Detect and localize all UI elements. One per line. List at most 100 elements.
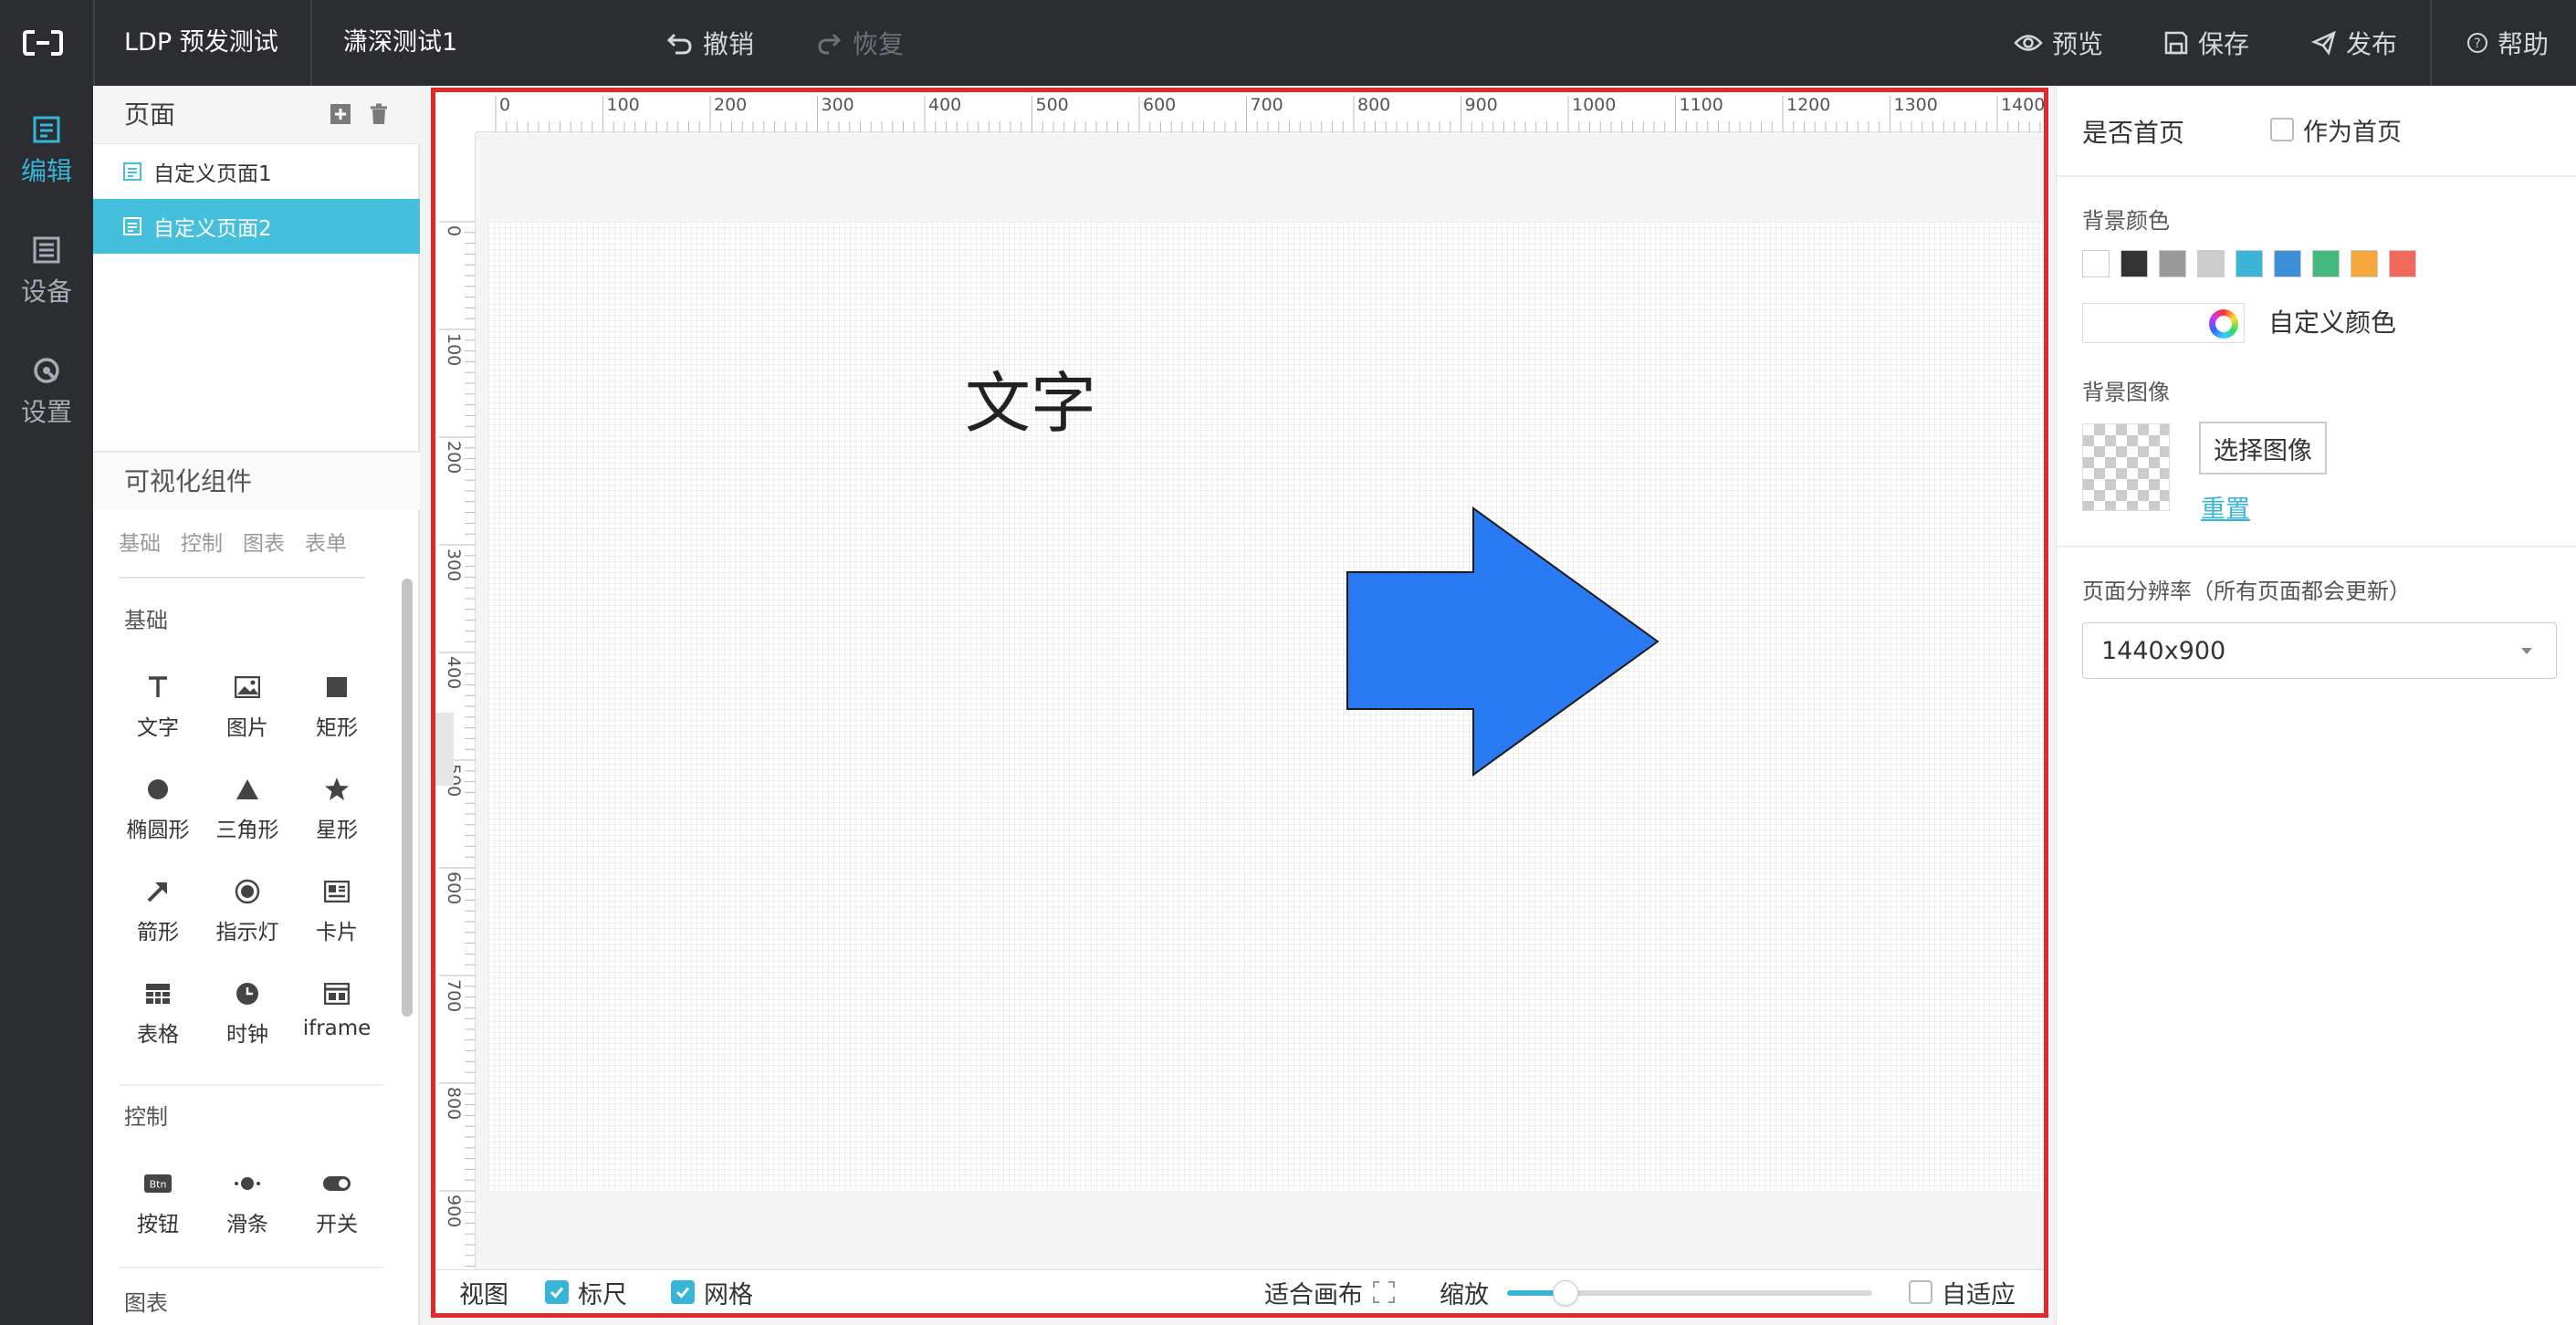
color-picker-icon[interactable]: [2209, 309, 2238, 339]
ruler-label: 200: [714, 95, 747, 115]
color-swatch[interactable]: [2082, 250, 2110, 277]
component-ellipse[interactable]: 椭圆形: [113, 776, 203, 867]
ruler-label: 300: [444, 548, 464, 581]
component-image[interactable]: 图片: [203, 673, 292, 765]
component-slider[interactable]: 滑条: [203, 1170, 292, 1261]
component-tabs: 基础 控制 图表 表单: [119, 526, 347, 557]
component-indicator[interactable]: 指示灯: [203, 878, 292, 969]
nav-edit[interactable]: 编辑: [0, 97, 93, 206]
component-switch[interactable]: 开关: [292, 1170, 382, 1261]
fit-canvas-label: 适合画布: [1264, 1280, 1363, 1309]
color-swatch[interactable]: [2389, 250, 2416, 277]
logo[interactable]: [0, 0, 86, 86]
component-label: 文字: [137, 716, 179, 740]
component-table[interactable]: 表格: [113, 980, 203, 1071]
save-button[interactable]: 保存: [2163, 0, 2249, 86]
design-canvas[interactable]: 文字: [488, 222, 2044, 1191]
ruler-label: 0: [499, 95, 510, 115]
adaptive-checkbox[interactable]: [1909, 1280, 1932, 1304]
fit-canvas-button[interactable]: 适合画布: [1264, 1270, 1396, 1313]
divider: [2430, 0, 2432, 86]
properties-panel: 是否首页 作为首页 背景颜色 自定义颜色 背景图像 选择图像 重置 页面分辨率（…: [2056, 86, 2576, 1325]
grid-toggle[interactable]: 网格: [671, 1270, 753, 1313]
zoom-slider[interactable]: [1507, 1280, 1872, 1306]
preview-button[interactable]: 预览: [2014, 0, 2103, 86]
ellipse-icon: [148, 779, 168, 799]
pages-header: 页面: [93, 86, 420, 144]
divider: [310, 0, 312, 86]
preview-label: 预览: [2052, 29, 2104, 59]
color-swatch[interactable]: [2312, 250, 2340, 277]
component-star[interactable]: 星形: [292, 776, 382, 867]
page-item[interactable]: 自定义页面1: [93, 144, 420, 199]
adaptive-toggle[interactable]: 自适应: [1909, 1270, 2016, 1313]
page-icon: [123, 162, 141, 181]
image-icon: [235, 676, 260, 698]
ruler-vertical-ticks: 0100200300400500600700800900: [439, 221, 476, 1268]
color-swatch[interactable]: [2236, 250, 2263, 277]
component-card[interactable]: 卡片: [292, 878, 382, 969]
homepage-label: 是否首页: [2082, 118, 2185, 148]
component-label: 按钮: [137, 1213, 179, 1236]
component-label: 卡片: [316, 921, 358, 944]
canvas-arrow-element[interactable]: [1346, 506, 1660, 777]
help-label: 帮助: [2497, 29, 2550, 59]
nav-device-label: 设备: [20, 276, 72, 307]
ruler-label: 800: [1357, 95, 1390, 115]
publish-button[interactable]: 发布: [2311, 0, 2397, 86]
color-swatch[interactable]: [2120, 250, 2148, 277]
ruler-toggle[interactable]: 标尺: [545, 1270, 627, 1313]
choose-image-button[interactable]: 选择图像: [2199, 422, 2327, 475]
add-page-icon[interactable]: [329, 102, 352, 126]
slider-icon: [235, 1177, 260, 1190]
tab-control[interactable]: 控制: [181, 526, 223, 557]
ruler-label: 1100: [1680, 95, 1723, 115]
nav-settings[interactable]: 设置: [0, 338, 93, 447]
component-iframe[interactable]: iframe: [292, 980, 382, 1071]
zoom-slider-knob[interactable]: [1553, 1280, 1578, 1306]
color-swatch[interactable]: [2197, 250, 2225, 277]
component-rectangle[interactable]: 矩形: [292, 673, 382, 765]
eye-icon: [2014, 35, 2043, 51]
reset-link[interactable]: 重置: [2201, 489, 2250, 525]
tab-form[interactable]: 表单: [305, 526, 347, 557]
page-item[interactable]: 自定义页面2: [93, 199, 420, 254]
tab-basic[interactable]: 基础: [119, 526, 161, 557]
component-text[interactable]: 文字: [113, 673, 203, 765]
color-swatch[interactable]: [2274, 250, 2301, 277]
resolution-select[interactable]: 1440x900: [2082, 622, 2557, 679]
custom-color-input[interactable]: [2082, 303, 2245, 343]
view-label: 视图: [459, 1280, 508, 1309]
homepage-toggle[interactable]: 作为首页: [2270, 108, 2402, 151]
grid-label: 网格: [704, 1280, 753, 1309]
component-button[interactable]: Btn 按钮: [113, 1170, 203, 1261]
grid-checkbox[interactable]: [671, 1280, 695, 1304]
components-scrollbar[interactable]: [402, 579, 413, 1017]
color-swatch[interactable]: [2159, 250, 2186, 277]
component-clock[interactable]: 时钟: [203, 980, 292, 1071]
left-nav: 编辑 设备 设置: [0, 86, 93, 1325]
left-panel-toggle[interactable]: [435, 713, 454, 786]
component-label: iframe: [302, 1017, 372, 1040]
homepage-checkbox[interactable]: [2270, 118, 2294, 141]
resolution-value: 1440x900: [2101, 636, 2226, 665]
color-swatch[interactable]: [2351, 250, 2378, 277]
tab-chart[interactable]: 图表: [243, 526, 285, 557]
project-name[interactable]: 潇深测试1: [343, 0, 457, 86]
component-label: 图片: [226, 716, 268, 740]
component-arrow[interactable]: 箭形: [113, 878, 203, 969]
chevron-down-icon: [2521, 648, 2532, 654]
ruler-label: 1400: [2001, 95, 2044, 115]
help-button[interactable]: ? 帮助: [2466, 0, 2549, 86]
undo-button[interactable]: 撤销: [666, 0, 754, 86]
send-icon: [2311, 30, 2336, 56]
ruler-checkbox[interactable]: [545, 1280, 569, 1304]
redo-icon: [818, 33, 842, 55]
delete-page-icon[interactable]: [367, 102, 391, 126]
nav-settings-label: 设置: [20, 397, 72, 427]
nav-device[interactable]: 设备: [0, 217, 93, 327]
section-title-basic: 基础: [124, 608, 168, 633]
component-triangle[interactable]: 三角形: [203, 776, 292, 867]
canvas-text-element[interactable]: 文字: [965, 350, 1096, 445]
redo-button[interactable]: 恢复: [816, 0, 904, 86]
